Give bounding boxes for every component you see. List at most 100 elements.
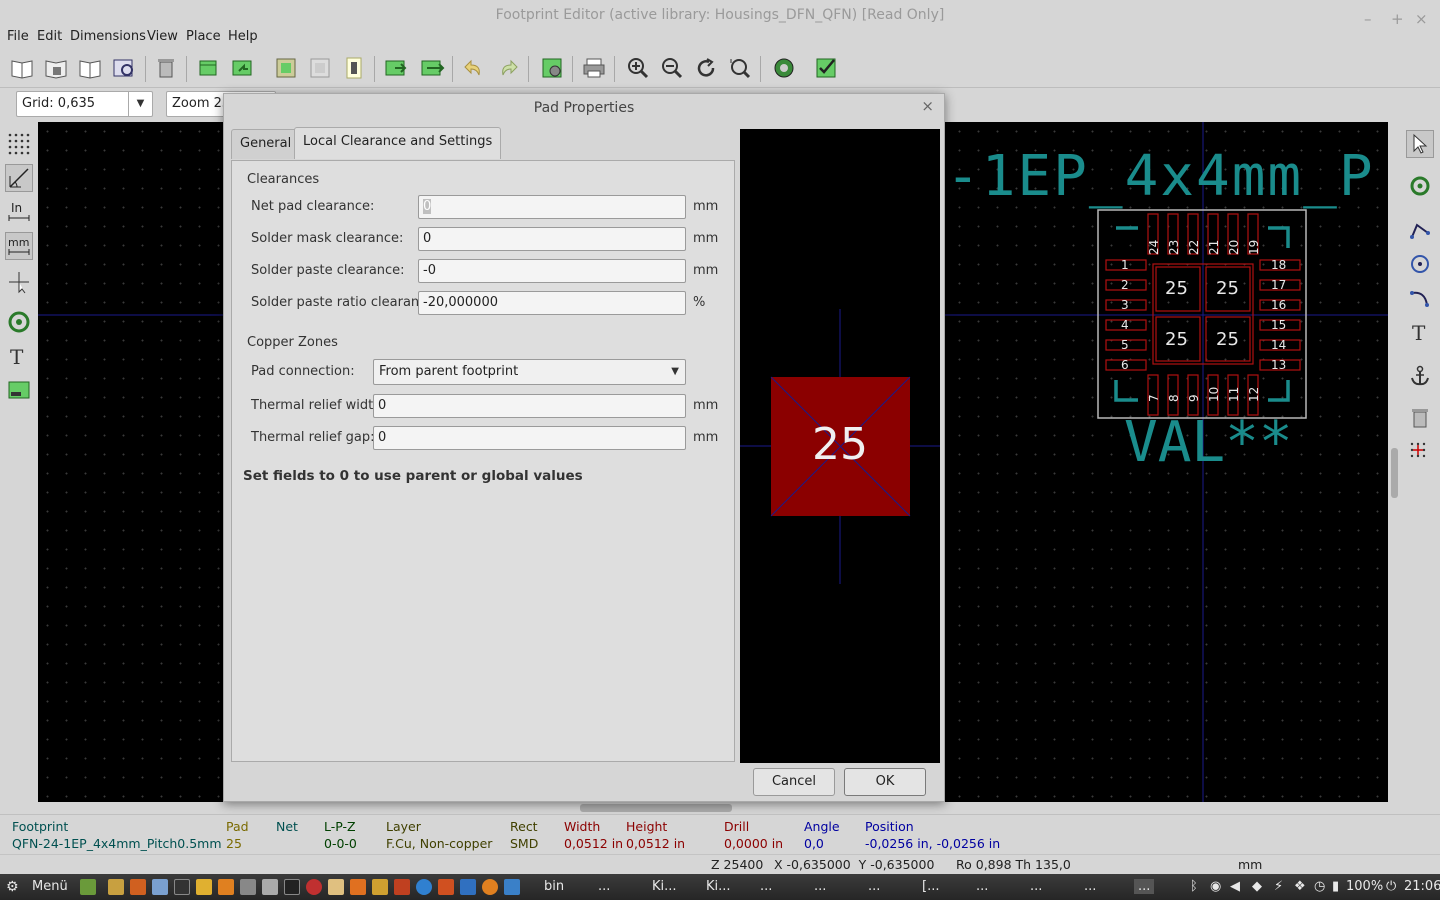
vertical-scrollbar[interactable]: [1388, 122, 1401, 802]
load-from-board-icon[interactable]: [272, 54, 300, 82]
bluetooth-icon[interactable]: ᛒ: [1190, 879, 1198, 894]
app-icon[interactable]: [306, 879, 322, 895]
new-footprint-icon[interactable]: [194, 54, 222, 82]
app-icon[interactable]: [350, 879, 366, 895]
clock-tray-icon[interactable]: ◷: [1314, 879, 1325, 894]
menu-edit[interactable]: Edit: [37, 28, 62, 46]
insert-to-board-icon[interactable]: [306, 54, 334, 82]
show-pads-sketch-icon[interactable]: [5, 308, 33, 336]
app-icon[interactable]: [262, 879, 278, 895]
anchor-icon[interactable]: [1406, 362, 1434, 390]
app-icon[interactable]: [196, 879, 212, 895]
cursor-shape-icon[interactable]: [5, 268, 33, 296]
power-icon[interactable]: ⏻: [1386, 879, 1396, 894]
footprint-settings-icon[interactable]: [538, 54, 566, 82]
wifi-icon[interactable]: ◉: [1210, 879, 1221, 894]
task-item-active[interactable]: ...: [1134, 879, 1155, 894]
thermal-relief-gap-input[interactable]: 0: [373, 426, 686, 450]
menu-gear-icon[interactable]: ⚙: [6, 879, 19, 895]
undo-icon[interactable]: [460, 54, 488, 82]
zoom-in-icon[interactable]: [624, 54, 652, 82]
shield-icon[interactable]: ◆: [1252, 879, 1262, 894]
show-text-sketch-icon[interactable]: T: [5, 342, 33, 370]
footprint-properties-icon[interactable]: [340, 54, 368, 82]
export-footprint-icon[interactable]: [418, 54, 446, 82]
polar-coords-icon[interactable]: [5, 164, 33, 192]
app-icon[interactable]: [284, 879, 300, 895]
browse-library-icon[interactable]: [110, 54, 138, 82]
task-item[interactable]: ...: [868, 879, 880, 894]
show-grid-icon[interactable]: [5, 130, 33, 158]
horizontal-scroll-thumb[interactable]: [580, 804, 732, 812]
pad-settings-icon[interactable]: [770, 54, 798, 82]
dialog-close-button[interactable]: ×: [921, 97, 934, 115]
app-icon[interactable]: [152, 879, 168, 895]
files-icon[interactable]: [108, 879, 124, 895]
thermal-relief-width-input[interactable]: 0: [373, 394, 686, 418]
print-icon[interactable]: [580, 54, 608, 82]
zoom-out-icon[interactable]: [658, 54, 686, 82]
app-icon[interactable]: [394, 879, 410, 895]
app-icon[interactable]: [482, 879, 498, 895]
add-text-icon[interactable]: T: [1406, 318, 1434, 346]
cancel-button[interactable]: Cancel: [753, 768, 835, 796]
solder-mask-clearance-input[interactable]: 0: [418, 227, 686, 251]
horizontal-scrollbar[interactable]: [38, 802, 1388, 814]
tab-local-clearance[interactable]: Local Clearance and Settings: [294, 127, 502, 159]
app-icon[interactable]: [416, 879, 432, 895]
app-icon[interactable]: [218, 879, 234, 895]
check-footprint-icon[interactable]: [812, 54, 840, 82]
task-item[interactable]: [...: [922, 879, 939, 894]
units-mm-icon[interactable]: mm: [5, 232, 33, 260]
menu-dimensions[interactable]: Dimensions: [70, 28, 146, 46]
grid-origin-icon[interactable]: [1406, 438, 1434, 466]
show-edges-sketch-icon[interactable]: [5, 376, 33, 404]
menu-view[interactable]: View: [147, 28, 178, 46]
pad-connection-select[interactable]: From parent footprint ▼: [373, 359, 686, 385]
menu-file[interactable]: File: [7, 28, 29, 46]
task-item[interactable]: bin: [544, 879, 564, 894]
add-arc-icon[interactable]: [1406, 284, 1434, 312]
menu-place[interactable]: Place: [186, 28, 221, 46]
app-icon[interactable]: [328, 879, 344, 895]
new-library-icon[interactable]: [76, 54, 104, 82]
redo-icon[interactable]: [494, 54, 522, 82]
net-pad-clearance-input[interactable]: 0: [418, 195, 686, 219]
network-icon[interactable]: ⚡: [1274, 879, 1283, 894]
app-icon[interactable]: [240, 879, 256, 895]
dropbox-icon[interactable]: ❖: [1294, 879, 1306, 894]
zoom-fit-icon[interactable]: [726, 54, 754, 82]
start-menu-button[interactable]: Menü: [32, 879, 68, 894]
task-item[interactable]: Ki...: [706, 879, 731, 894]
ok-button[interactable]: OK: [844, 768, 926, 796]
add-circle-icon[interactable]: [1406, 250, 1434, 278]
desktop-icon[interactable]: [80, 879, 96, 895]
solder-paste-clearance-input[interactable]: -0: [418, 259, 686, 283]
app-icon[interactable]: [504, 879, 520, 895]
task-item[interactable]: ...: [760, 879, 772, 894]
task-item[interactable]: Ki...: [652, 879, 677, 894]
footprint-wizard-icon[interactable]: [228, 54, 256, 82]
menu-help[interactable]: Help: [228, 28, 258, 46]
solder-paste-ratio-input[interactable]: -20,000000: [418, 291, 686, 315]
units-inch-icon[interactable]: In: [5, 198, 33, 226]
volume-icon[interactable]: ◀: [1230, 879, 1240, 894]
delete-tool-icon[interactable]: [1406, 404, 1434, 432]
terminal-icon[interactable]: [174, 879, 190, 895]
save-library-icon[interactable]: [42, 54, 70, 82]
app-icon[interactable]: [460, 879, 476, 895]
import-footprint-icon[interactable]: [382, 54, 410, 82]
firefox-icon[interactable]: [130, 879, 146, 895]
tab-general[interactable]: General: [231, 129, 301, 159]
task-item[interactable]: ...: [814, 879, 826, 894]
grid-select[interactable]: Grid: 0,635 ▼: [16, 91, 153, 117]
chevron-down-icon[interactable]: ▼: [128, 92, 152, 116]
app-icon[interactable]: [372, 879, 388, 895]
select-tool-icon[interactable]: [1406, 130, 1434, 158]
task-item[interactable]: ...: [1084, 879, 1096, 894]
vertical-scroll-thumb[interactable]: [1391, 448, 1398, 498]
task-item[interactable]: ...: [598, 879, 610, 894]
select-library-icon[interactable]: [8, 54, 36, 82]
delete-footprint-icon[interactable]: [152, 54, 180, 82]
add-pad-icon[interactable]: [1406, 172, 1434, 200]
